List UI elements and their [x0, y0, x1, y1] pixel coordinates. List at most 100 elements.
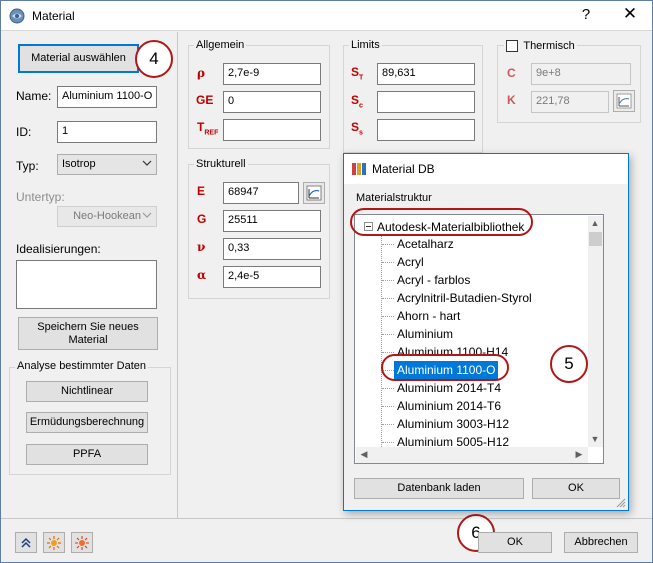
k-symbol: K [507, 93, 516, 107]
cancel-button[interactable]: Abbrechen [564, 532, 638, 553]
sc-field[interactable] [377, 91, 475, 113]
name-field[interactable]: Aluminium 1100-O [57, 86, 157, 108]
select-material-button[interactable]: Material auswählen [18, 44, 139, 73]
limits-group-title: Limits [349, 39, 382, 51]
alpha-symbol: α [197, 268, 207, 282]
id-label: ID: [16, 125, 32, 139]
vertical-separator [177, 32, 178, 518]
nu-symbol: ν [197, 240, 206, 254]
scroll-left-icon[interactable]: ◀ [357, 449, 371, 460]
nu-field[interactable]: 0,33 [223, 238, 321, 260]
thermal-header: Thermisch [504, 38, 577, 54]
material-app-icon [9, 8, 25, 24]
e-field[interactable]: 68947 [223, 182, 299, 204]
analysis-group-title: Analyse bestimmter Daten [15, 360, 148, 372]
footer-separator [1, 518, 652, 519]
st-field[interactable]: 89,631 [377, 63, 475, 85]
tree-item[interactable]: Acrylnitril-Butadien-Styrol [397, 289, 532, 307]
db-ok-button[interactable]: OK [532, 478, 620, 499]
k-chart-button[interactable] [613, 90, 635, 112]
rho-symbol: ρ [197, 66, 205, 80]
callout-4: 4 [135, 40, 173, 78]
id-field[interactable]: 1 [57, 121, 157, 143]
tree-item[interactable]: Aluminium 2014-T6 [397, 397, 501, 415]
alpha-field[interactable]: 2,4e-5 [223, 266, 321, 288]
subtype-select: Neo-Hookean [57, 206, 157, 227]
tree-line [382, 316, 394, 317]
horizontal-scrollbar[interactable]: ◀ ▶ [356, 447, 588, 463]
thermal-checkbox[interactable] [506, 39, 518, 52]
e-chart-button[interactable] [303, 182, 325, 204]
fatigue-button[interactable]: Ermüdungsberechnung [26, 412, 148, 433]
type-select[interactable]: Isotrop [57, 154, 157, 175]
sparkle-icon [75, 535, 89, 550]
tree-line [382, 388, 394, 389]
tree-line [382, 280, 394, 281]
thermal-group-title: Thermisch [523, 39, 575, 52]
material-appearance-button[interactable] [71, 532, 93, 553]
tree-item[interactable]: Aluminium 2014-T4 [397, 379, 501, 397]
material-db-title-bar: Material DB [344, 154, 628, 184]
scroll-right-icon[interactable]: ▶ [572, 449, 586, 460]
chart-icon [306, 185, 322, 201]
resize-grip-icon[interactable] [616, 498, 626, 508]
tree-item[interactable]: Aluminium [397, 325, 453, 343]
type-select-value: Isotrop [62, 158, 96, 170]
tree-item[interactable]: Ahorn - hart [397, 307, 460, 325]
ge-field[interactable]: 0 [223, 91, 321, 113]
chevron-down-icon [142, 212, 152, 218]
material-tree[interactable]: Autodesk-Materialbibliothek Acetalharz A… [354, 214, 604, 464]
chart-icon [616, 93, 632, 109]
vertical-scrollbar[interactable]: ▲ ▼ [588, 216, 603, 447]
chevron-down-icon [142, 160, 152, 166]
tree-line [382, 298, 394, 299]
tree-line [382, 334, 394, 335]
help-button[interactable]: ? [579, 6, 593, 23]
c-symbol: C [507, 66, 516, 80]
tree-item[interactable]: Acryl - farblos [397, 271, 470, 289]
tref-symbol: TREF [197, 120, 219, 137]
scroll-down-icon[interactable]: ▼ [588, 434, 602, 444]
tree-item[interactable]: Aluminium 3003-H12 [397, 415, 509, 433]
tree-line [382, 406, 394, 407]
close-icon[interactable]: ✕ [621, 4, 639, 24]
ppfa-button[interactable]: PPFA [26, 444, 148, 465]
tree-line [381, 235, 382, 447]
c-field: 9e+8 [531, 63, 631, 85]
save-new-material-button[interactable]: Speichern Sie neues Material [18, 317, 158, 350]
ss-symbol: Ss [351, 120, 363, 137]
tree-line [382, 352, 394, 353]
e-symbol: E [197, 184, 206, 198]
tree-line [382, 244, 394, 245]
tref-field[interactable] [223, 119, 321, 141]
ok-button[interactable]: OK [478, 532, 552, 553]
g-field[interactable]: 25511 [223, 210, 321, 232]
material-color-button[interactable] [43, 532, 65, 553]
expand-button[interactable] [15, 532, 37, 553]
rho-field[interactable]: 2,7e-9 [223, 63, 321, 85]
material-structure-label: Materialstruktur [356, 192, 432, 204]
general-group-title: Allgemein [194, 39, 247, 51]
idealizations-label: Idealisierungen: [16, 242, 101, 256]
material-window: Material ? ✕ Material auswählen 4 Name: … [0, 0, 653, 563]
tree-line [382, 262, 394, 263]
load-database-button[interactable]: Datenbank laden [354, 478, 524, 499]
scrollbar-thumb[interactable] [589, 232, 602, 246]
nonlinear-button[interactable]: Nichtlinear [26, 381, 148, 402]
subtype-label: Untertyp: [16, 190, 65, 204]
structural-group-title: Strukturell [194, 158, 248, 170]
tree-item[interactable]: Acetalharz [397, 235, 454, 253]
st-symbol: ST [351, 65, 364, 82]
tree-item[interactable]: Acryl [397, 253, 424, 271]
idealizations-list[interactable] [16, 260, 157, 309]
k-field: 221,78 [531, 91, 609, 113]
sc-symbol: Sc [351, 93, 363, 110]
ss-field[interactable] [377, 119, 475, 141]
highlight-ring-root [350, 208, 533, 236]
material-db-title: Material DB [372, 162, 435, 176]
tree-line [382, 424, 394, 425]
double-chevron-up-icon [21, 537, 31, 548]
scroll-up-icon[interactable]: ▲ [588, 218, 602, 228]
g-symbol: G [197, 212, 207, 226]
window-title: Material [32, 9, 75, 23]
